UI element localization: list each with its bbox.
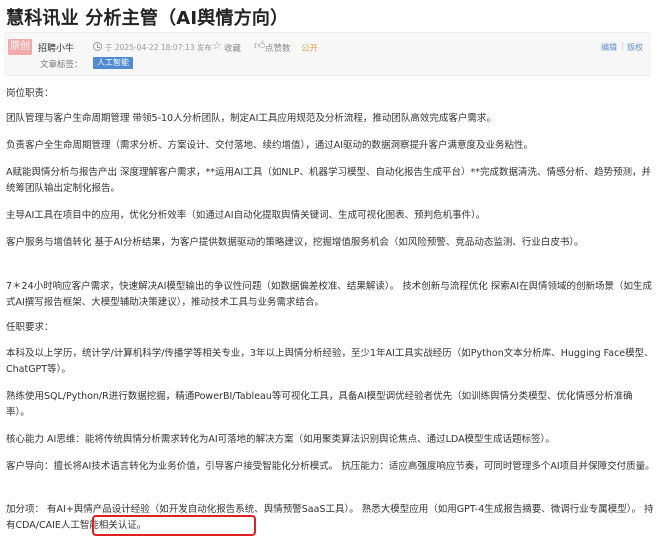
paragraph-7: 本科及以上学历，统计学/计算机科学/传播学等相关专业，3年以上舆情分析经验，至少… bbox=[6, 348, 654, 375]
like-button[interactable]: 点赞数 bbox=[265, 42, 291, 54]
paragraph-8: 熟练使用SQL/Python/R进行数据挖掘，精通PowerBI/Tableau… bbox=[6, 391, 633, 418]
paragraph-4: 主导AI工具在项目中的应用，优化分析效率（如通过AI自动化提取舆情关键词、生成可… bbox=[6, 210, 486, 221]
paragraph-2: 负责客户全生命周期管理（需求分析、方案设计、交付落地、续约增值），通过AI驱动的… bbox=[6, 140, 534, 151]
author-link[interactable]: 招聘小牛 bbox=[38, 41, 74, 54]
copyright-link[interactable]: 版权 bbox=[627, 42, 643, 53]
section-heading-duties: 岗位职责： bbox=[6, 88, 54, 99]
article-meta-box: 原创 招聘小牛 于 2025-04-22 18:07:13 发布 ☆ 收藏 👍︎… bbox=[4, 32, 651, 76]
visibility-status: 公开 bbox=[301, 44, 319, 54]
clock-icon bbox=[93, 42, 102, 51]
section-heading-requirements: 任职要求： bbox=[6, 322, 54, 333]
original-badge: 原创 bbox=[8, 39, 32, 55]
paragraph-9: 核心能力 AI思维：能将传统舆情分析需求转化为AI可落地的解决方案（如用聚类算法… bbox=[6, 434, 555, 445]
paragraph-5: 客户服务与增值转化 基于AI分析结果，为客户提供数据驱动的策略建议，挖掘增值服务… bbox=[6, 237, 584, 248]
page-title: 慧科讯业 分析主管（AI舆情方向） bbox=[6, 8, 289, 29]
paragraph-3: A赋能舆情分析与报告产出 深度理解客户需求，**运用AI工具（如NLP、机器学习… bbox=[6, 167, 651, 194]
star-icon[interactable]: ☆ bbox=[212, 39, 222, 52]
certification-highlight-box bbox=[92, 515, 256, 536]
link-separator: | bbox=[621, 41, 624, 50]
favorite-button[interactable]: 收藏 bbox=[224, 42, 241, 54]
thumbs-up-icon[interactable]: 👍︎ bbox=[254, 39, 266, 52]
paragraph-1: 团队管理与客户生命周期管理 带领5-10人分析团队，制定AI工具应用规范及分析流… bbox=[6, 113, 496, 124]
paragraph-6: 7＊24小时响应客户需求，快速解决AI模型输出的争议性问题（如数据偏差校准、结果… bbox=[6, 281, 653, 308]
tags-label: 文章标签： bbox=[40, 60, 83, 70]
paragraph-10: 客户导向：擅长将AI技术语言转化为业务价值，引导客户接受智能化分析模式。 抗压能… bbox=[6, 461, 655, 472]
edit-link[interactable]: 编辑 bbox=[601, 42, 617, 53]
tag-ai[interactable]: 人工智能 bbox=[93, 57, 133, 69]
publish-time: 于 2025-04-22 18:07:13 发布 bbox=[105, 43, 212, 52]
